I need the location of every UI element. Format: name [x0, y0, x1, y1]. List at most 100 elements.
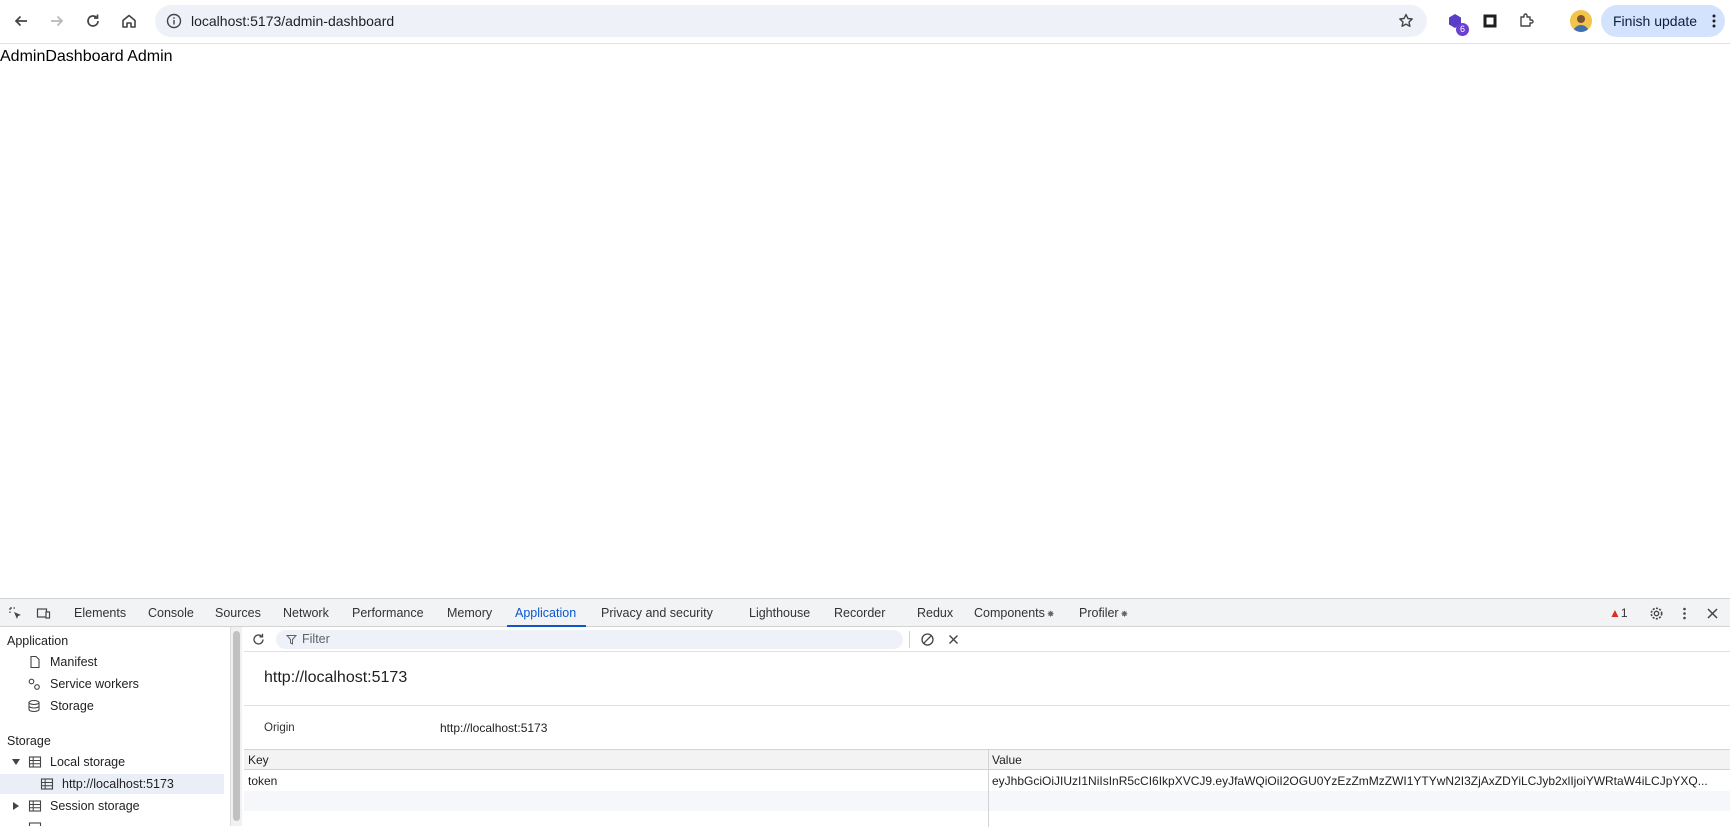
delete-selected-icon[interactable]	[946, 632, 961, 647]
origin-value: http://localhost:5173	[440, 721, 548, 735]
extension-badge: 6	[1456, 23, 1469, 36]
browser-toolbar: localhost:5173/admin-dashboard 6 Finish …	[0, 0, 1730, 44]
sidebar-item-session-storage[interactable]: Session storage	[0, 796, 228, 816]
profile-avatar[interactable]	[1570, 10, 1592, 32]
gears-icon	[28, 678, 40, 690]
tab-console[interactable]: Console	[148, 599, 194, 627]
tab-lighthouse[interactable]: Lighthouse	[749, 599, 810, 627]
tab-elements[interactable]: Elements	[74, 599, 126, 627]
arrow-right-icon	[51, 15, 64, 27]
avatar-icon	[1573, 15, 1589, 32]
sidebar-item-manifest[interactable]: Manifest	[0, 652, 228, 672]
table-row[interactable]: token eyJhbGciOiJIUzI1NiIsInR5cCI6IkpXVC…	[244, 771, 1730, 791]
tab-profiler[interactable]: Profiler ✸	[1079, 599, 1128, 627]
toolbar-divider	[909, 631, 910, 648]
site-info-icon[interactable]	[165, 12, 183, 30]
tab-components[interactable]: Components ✸	[974, 599, 1054, 627]
sidebar-item-local-storage-origin[interactable]: http://localhost:5173	[0, 774, 224, 794]
table-icon	[28, 800, 42, 812]
sidebar-section-application: Application	[7, 634, 69, 648]
square-extension-icon	[1483, 14, 1497, 28]
tab-recorder[interactable]: Recorder	[834, 599, 885, 627]
sidebar-item-label: Local storage	[50, 755, 126, 769]
issues-counter[interactable]: ▲1	[1609, 599, 1628, 627]
sidebar-section-storage: Storage	[7, 734, 51, 748]
cursor-select-icon	[8, 606, 21, 619]
storage-view: Filter http://localhost:5173 Origin http…	[244, 627, 1730, 827]
extensions-button[interactable]	[1515, 10, 1537, 32]
bookmark-star-icon[interactable]	[1397, 12, 1415, 30]
tab-network[interactable]: Network	[283, 599, 329, 627]
url-text[interactable]: localhost:5173/admin-dashboard	[191, 5, 394, 37]
home-button[interactable]	[116, 8, 142, 34]
back-button[interactable]	[8, 8, 34, 34]
tab-privacy-and-security[interactable]: Privacy and security	[601, 599, 713, 627]
scrollbar-thumb[interactable]	[233, 631, 240, 821]
table-icon	[28, 756, 42, 768]
database-icon	[28, 699, 40, 713]
warning-count: 1	[1620, 606, 1628, 620]
experiment-icon: ✸	[1046, 609, 1055, 619]
address-bar[interactable]: localhost:5173/admin-dashboard	[155, 5, 1427, 37]
device-toolbar-button[interactable]	[34, 604, 52, 622]
more-vert-icon	[1712, 14, 1716, 28]
sidebar-item-label: Manifest	[50, 655, 98, 669]
sidebar-scrollbar[interactable]	[230, 627, 242, 826]
sidebar-item-storage[interactable]: Storage	[0, 696, 228, 716]
tab-profiler-label: Profiler	[1079, 606, 1119, 620]
extension-redux-devtools[interactable]: 6	[1444, 10, 1469, 36]
tab-components-label: Components	[974, 606, 1045, 620]
expand-arrow-icon[interactable]	[13, 802, 19, 810]
tab-sources[interactable]: Sources	[215, 599, 261, 627]
settings-button[interactable]	[1647, 604, 1665, 622]
devtools-menu-button[interactable]	[1675, 604, 1693, 622]
empty-table-row	[244, 791, 1730, 811]
table-icon	[28, 822, 42, 826]
arrow-left-icon	[14, 15, 27, 27]
close-icon	[1706, 607, 1718, 619]
tab-redux[interactable]: Redux	[917, 599, 953, 627]
warning-icon: ▲	[1609, 606, 1621, 620]
expand-arrow-icon[interactable]	[12, 759, 20, 765]
table-cell-key[interactable]: token	[248, 774, 978, 788]
sidebar-item-service-workers[interactable]: Service workers	[0, 674, 228, 694]
tab-performance[interactable]: Performance	[352, 599, 424, 627]
storage-table: Key Value token eyJhbGciOiJIUzI1NiIsInR5…	[244, 749, 1730, 827]
sidebar-item-label: http://localhost:5173	[62, 777, 174, 791]
sidebar-item-label: Service workers	[50, 677, 139, 691]
divider	[244, 705, 1730, 706]
finish-update-label: Finish update	[1613, 13, 1698, 29]
extension-square[interactable]	[1479, 10, 1501, 32]
column-divider[interactable]	[988, 750, 989, 827]
sidebar-item-label: Session storage	[50, 799, 140, 813]
file-icon	[30, 655, 40, 669]
filter-input[interactable]: Filter	[276, 630, 903, 649]
experiment-icon: ✸	[1120, 609, 1129, 619]
origin-label: Origin	[264, 722, 295, 734]
origin-title: http://localhost:5173	[264, 669, 408, 686]
close-devtools-button[interactable]	[1703, 604, 1721, 622]
tab-memory[interactable]: Memory	[447, 599, 492, 627]
puzzle-icon	[1520, 13, 1534, 27]
devtools-tab-bar: Elements Console Sources Network Perform…	[0, 599, 1730, 627]
table-icon	[40, 778, 54, 790]
page-heading: AdminDashboard Admin	[0, 48, 173, 65]
storage-toolbar: Filter	[244, 627, 1730, 652]
sidebar-item-label: Storage	[50, 699, 94, 713]
inspect-element-button[interactable]	[6, 604, 24, 622]
gear-icon	[1650, 607, 1662, 619]
refresh-icon[interactable]	[251, 632, 266, 647]
column-header-key[interactable]: Key	[248, 753, 269, 767]
table-cell-value[interactable]: eyJhbGciOiJIUzI1NiIsInR5cCI6IkpXVCJ9.eyJ…	[992, 774, 1722, 788]
filter-icon	[286, 635, 297, 645]
column-header-value[interactable]: Value	[992, 753, 1022, 767]
more-vert-icon	[1682, 607, 1686, 619]
sidebar-item-local-storage[interactable]: Local storage	[0, 752, 228, 772]
reload-icon	[87, 14, 99, 27]
clear-all-icon[interactable]	[920, 632, 935, 647]
reload-button[interactable]	[80, 8, 106, 34]
tab-application[interactable]: Application	[506, 599, 587, 627]
forward-button[interactable]	[44, 8, 70, 34]
finish-update-button[interactable]: Finish update	[1601, 5, 1725, 37]
device-icon	[36, 607, 50, 619]
